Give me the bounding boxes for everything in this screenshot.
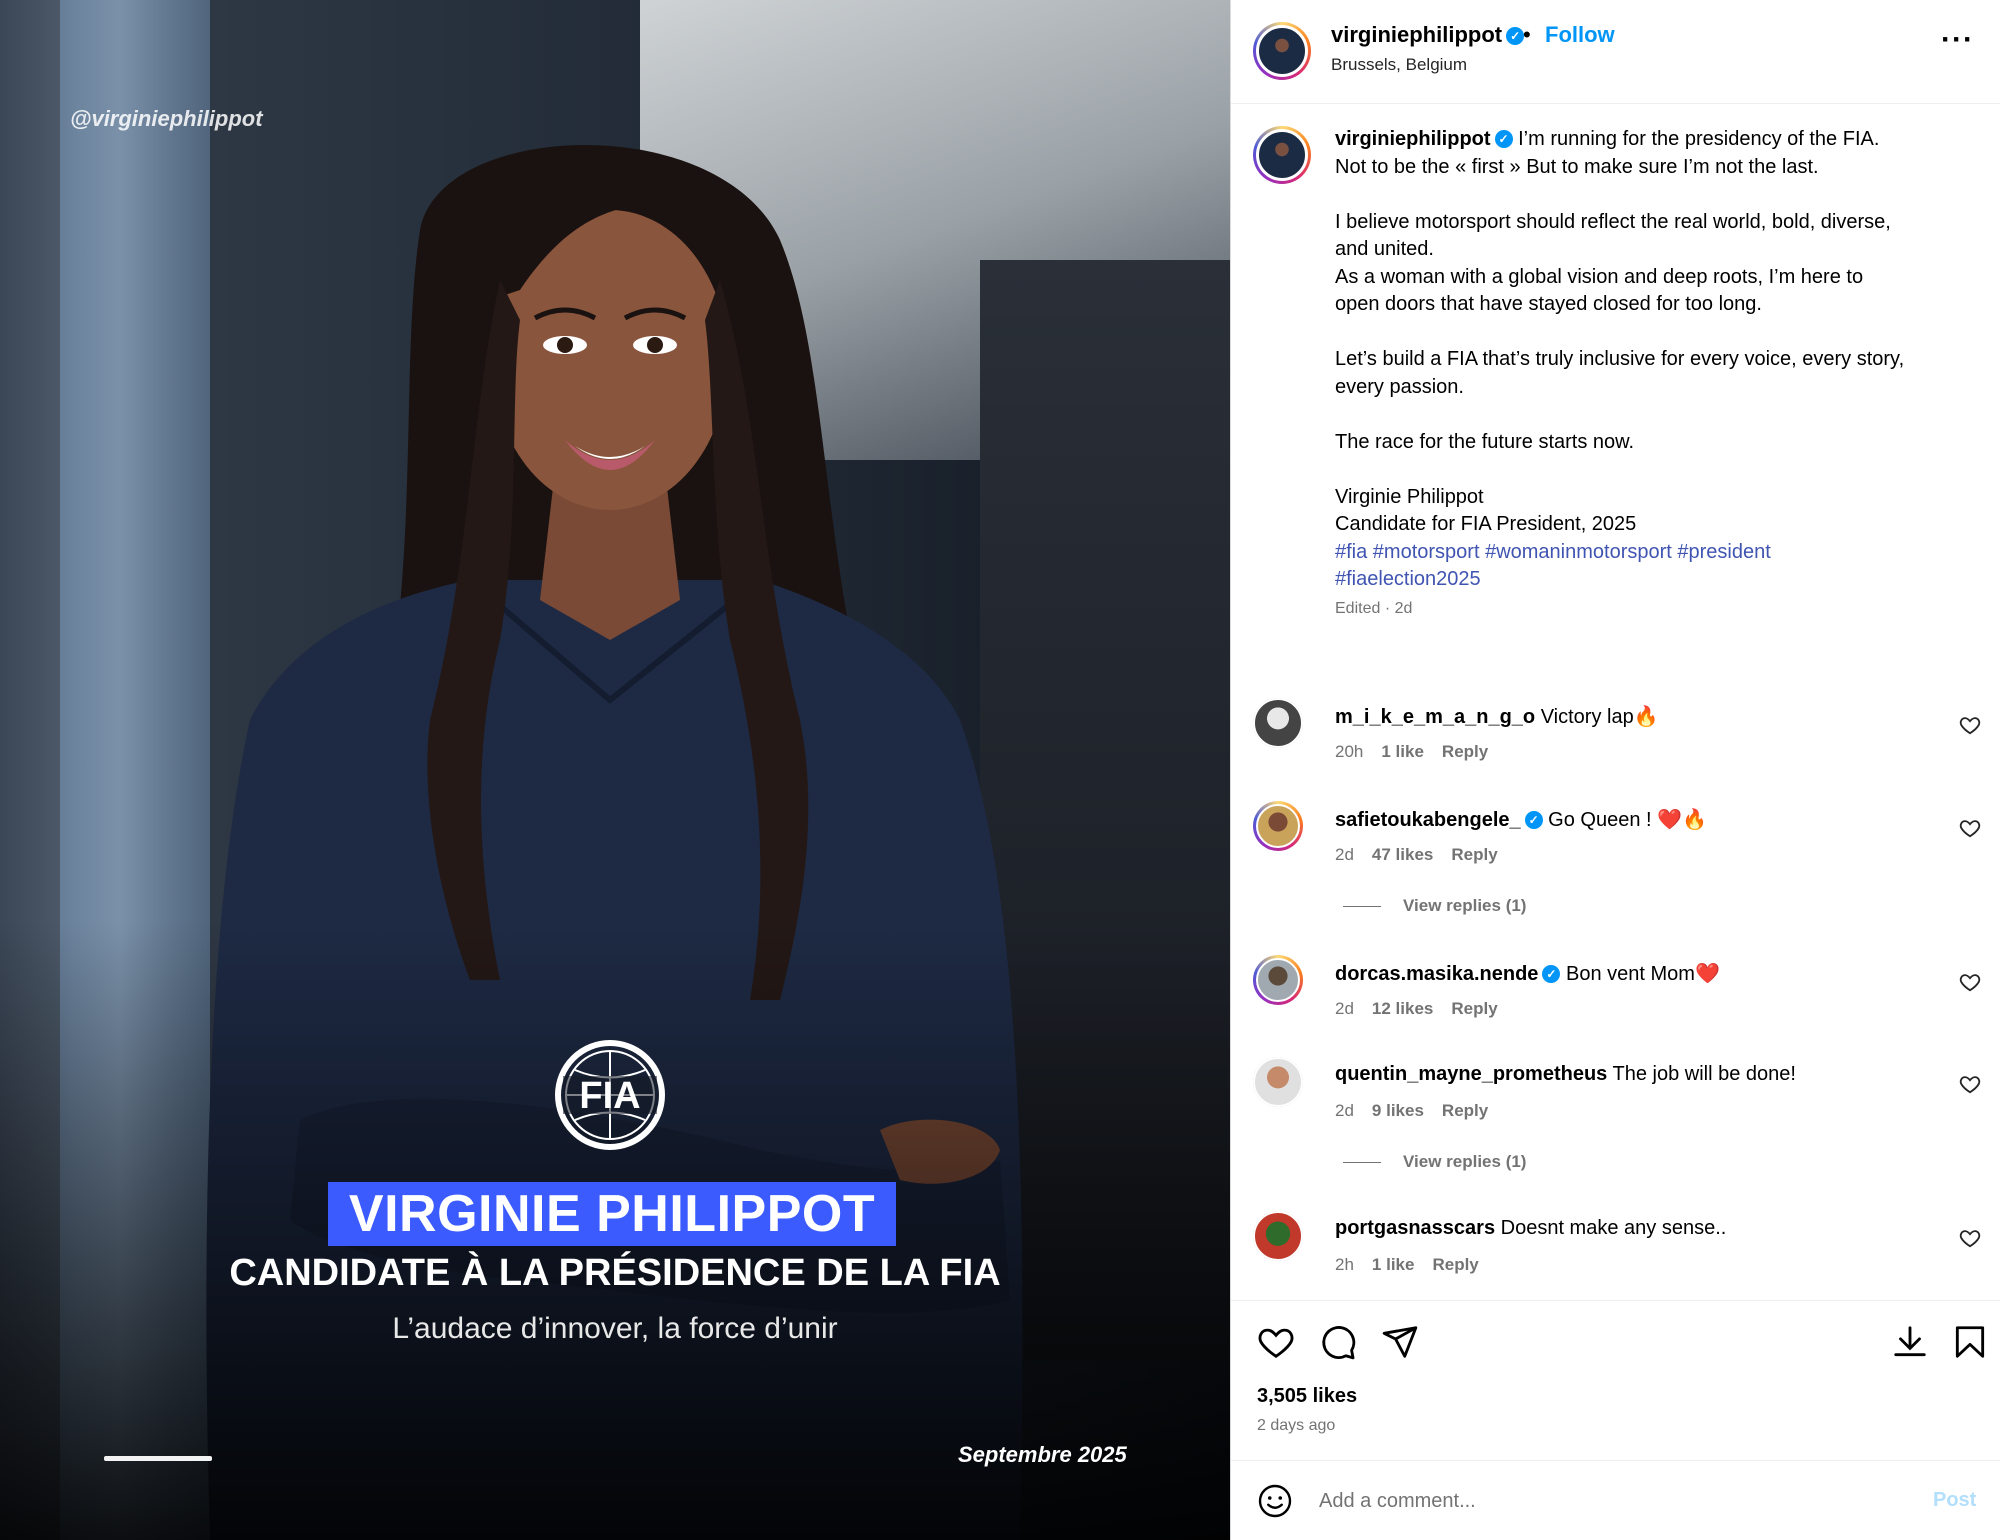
comment-body: The job will be done!: [1607, 1063, 1796, 1085]
caption-first-line: I’m running for the presidency of the FI…: [1512, 128, 1880, 150]
comment-body: Victory lap🔥: [1535, 706, 1659, 728]
view-replies-button[interactable]: View replies (1): [1343, 896, 1526, 916]
post-location[interactable]: Brussels, Belgium: [1331, 55, 1467, 75]
header-separator: •: [1523, 22, 1531, 47]
caption-text: virginiephilippot ✓ I’m running for the p…: [1335, 126, 1965, 622]
comment-body: Doesnt make any sense..: [1495, 1217, 1727, 1239]
download-icon[interactable]: [1891, 1323, 1929, 1361]
fia-logo-text: FIA: [579, 1075, 640, 1117]
verified-badge-icon: ✓: [1506, 27, 1525, 45]
comments-scroll-area[interactable]: virginiephilippot ✓ I’m running for the p…: [1231, 104, 2000, 1300]
more-options-icon[interactable]: ···: [1941, 25, 1974, 55]
comment-reply-button[interactable]: Reply: [1442, 742, 1488, 761]
comment-username[interactable]: dorcas.masika.nende: [1335, 963, 1538, 985]
comment-like-heart-icon[interactable]: [1959, 817, 1981, 839]
add-comment-bar: Post: [1231, 1460, 2000, 1540]
view-replies-label[interactable]: View replies (1): [1403, 1152, 1526, 1171]
comment-reply-button[interactable]: Reply: [1442, 1101, 1488, 1120]
comment-likes[interactable]: 9 likes: [1372, 1101, 1424, 1120]
comment-time: 2d: [1335, 845, 1354, 864]
caption-body: Not to be the « first » But to make sure…: [1335, 155, 1905, 536]
comment-username[interactable]: quentin_mayne_prometheus: [1335, 1063, 1607, 1085]
comment-likes[interactable]: 1 like: [1381, 742, 1424, 761]
carousel-progress-bar: [104, 1456, 212, 1461]
author-avatar[interactable]: [1253, 22, 1311, 80]
comment-item: quentin_mayne_prometheus The job will be…: [1231, 1057, 2000, 1137]
comment-likes[interactable]: 47 likes: [1372, 845, 1433, 864]
media-watermark: @virginiephilippot: [70, 106, 263, 131]
comment-time: 2d: [1335, 1101, 1354, 1120]
follow-button[interactable]: Follow: [1545, 22, 1615, 48]
comment-likes[interactable]: 1 like: [1372, 1255, 1415, 1274]
comment-username[interactable]: safietoukabengele_: [1335, 809, 1521, 831]
comment-meta: 2d 9 likes Reply: [1335, 1101, 1506, 1121]
comment-username[interactable]: portgasnasscars: [1335, 1217, 1495, 1239]
candidate-subtitle: CANDIDATE À LA PRÉSIDENCE DE LA FIA: [229, 1252, 1001, 1294]
comment-username[interactable]: m_i_k_e_m_a_n_g_o: [1335, 706, 1535, 728]
likes-count[interactable]: 3,505 likes: [1257, 1385, 1357, 1408]
comment-meta: 20h 1 like Reply: [1335, 742, 1506, 762]
view-replies-button[interactable]: View replies (1): [1343, 1152, 1526, 1172]
caption-avatar[interactable]: [1253, 126, 1311, 184]
post-header: virginiephilippot ✓ • Follow Brussels, Be…: [1231, 0, 2000, 104]
comment-text: dorcas.masika.nende ✓ Bon vent Mom❤️: [1335, 961, 1720, 986]
comment-avatar[interactable]: [1253, 955, 1303, 1005]
candidate-name: VIRGINIE PHILIPPOT: [348, 1185, 876, 1243]
bookmark-save-icon[interactable]: [1951, 1323, 1989, 1361]
like-heart-icon[interactable]: [1257, 1323, 1295, 1361]
comment-like-heart-icon[interactable]: [1959, 714, 1981, 736]
comment-likes[interactable]: 12 likes: [1372, 999, 1433, 1018]
emoji-smiley-icon[interactable]: [1257, 1483, 1293, 1519]
comment-time: 2h: [1335, 1255, 1354, 1274]
verified-badge-icon: ✓: [1542, 965, 1561, 983]
comment-bubble-icon[interactable]: [1319, 1323, 1357, 1361]
comment-text: quentin_mayne_prometheus The job will be…: [1335, 1063, 1796, 1086]
comment-meta: 2h 1 like Reply: [1335, 1255, 1497, 1275]
comment-meta: 2d 12 likes Reply: [1335, 999, 1516, 1019]
comment-avatar[interactable]: [1253, 698, 1303, 748]
view-replies-label[interactable]: View replies (1): [1403, 896, 1526, 915]
view-replies-line: [1343, 1162, 1381, 1164]
comment-item: m_i_k_e_m_a_n_g_o Victory lap🔥 20h 1 like…: [1231, 698, 2000, 778]
comment-time: 2d: [1335, 999, 1354, 1018]
comment-body: Go Queen ! ❤️🔥: [1542, 809, 1707, 831]
caption-hashtags[interactable]: #fia #motorsport #womaninmotorsport #pre…: [1335, 541, 1771, 591]
author-username-row[interactable]: virginiephilippot ✓: [1331, 22, 1525, 48]
author-username[interactable]: virginiephilippot: [1331, 22, 1502, 47]
comment-avatar[interactable]: [1253, 1057, 1303, 1107]
comment-like-heart-icon[interactable]: [1959, 1227, 1981, 1249]
media-date: Septembre 2025: [958, 1442, 1127, 1467]
candidate-name-banner: VIRGINIE PHILIPPOT: [328, 1182, 896, 1246]
verified-badge-icon: ✓: [1524, 811, 1543, 829]
comment-item: dorcas.masika.nende ✓ Bon vent Mom❤️ 2d 12…: [1231, 955, 2000, 1035]
view-replies-line: [1343, 906, 1381, 908]
comment-text: portgasnasscars Doesnt make any sense..: [1335, 1217, 1726, 1240]
comment-text: m_i_k_e_m_a_n_g_o Victory lap🔥: [1335, 704, 1659, 729]
comment-avatar[interactable]: [1253, 1211, 1303, 1261]
comment-meta: 2d 47 likes Reply: [1335, 845, 1516, 865]
comment-body: Bon vent Mom❤️: [1560, 963, 1720, 985]
post-comment-button[interactable]: Post: [1933, 1489, 1976, 1512]
fia-logo-icon: FIA: [555, 1040, 665, 1150]
caption-meta: Edited · 2d: [1335, 599, 1413, 617]
comment-item: safietoukabengele_ ✓ Go Queen ! ❤️🔥 2d 47 …: [1231, 801, 2000, 881]
post-side-panel: virginiephilippot ✓ • Follow Brussels, Be…: [1230, 0, 2000, 1540]
comment-like-heart-icon[interactable]: [1959, 1073, 1981, 1095]
campaign-tagline: L’audace d’innover, la force d’unir: [392, 1312, 838, 1345]
share-send-icon[interactable]: [1381, 1323, 1419, 1361]
comment-time: 20h: [1335, 742, 1364, 761]
comment-avatar[interactable]: [1253, 801, 1303, 851]
comment-input[interactable]: [1319, 1481, 1879, 1521]
comment-text: safietoukabengele_ ✓ Go Queen ! ❤️🔥: [1335, 807, 1707, 832]
comment-reply-button[interactable]: Reply: [1432, 1255, 1478, 1274]
post-actions: 3,505 likes 2 days ago: [1231, 1300, 2000, 1460]
caption-username[interactable]: virginiephilippot: [1335, 128, 1491, 150]
caption-verified-badge-icon: ✓: [1494, 130, 1513, 148]
comment-reply-button[interactable]: Reply: [1451, 999, 1497, 1018]
post-media: @virginiephilippot FIA VIRGINIE PHILIPPO…: [0, 0, 1230, 1540]
post-time-ago[interactable]: 2 days ago: [1257, 1417, 1335, 1435]
comment-like-heart-icon[interactable]: [1959, 971, 1981, 993]
comment-reply-button[interactable]: Reply: [1451, 845, 1497, 864]
comment-item: portgasnasscars Doesnt make any sense.. …: [1231, 1211, 2000, 1291]
